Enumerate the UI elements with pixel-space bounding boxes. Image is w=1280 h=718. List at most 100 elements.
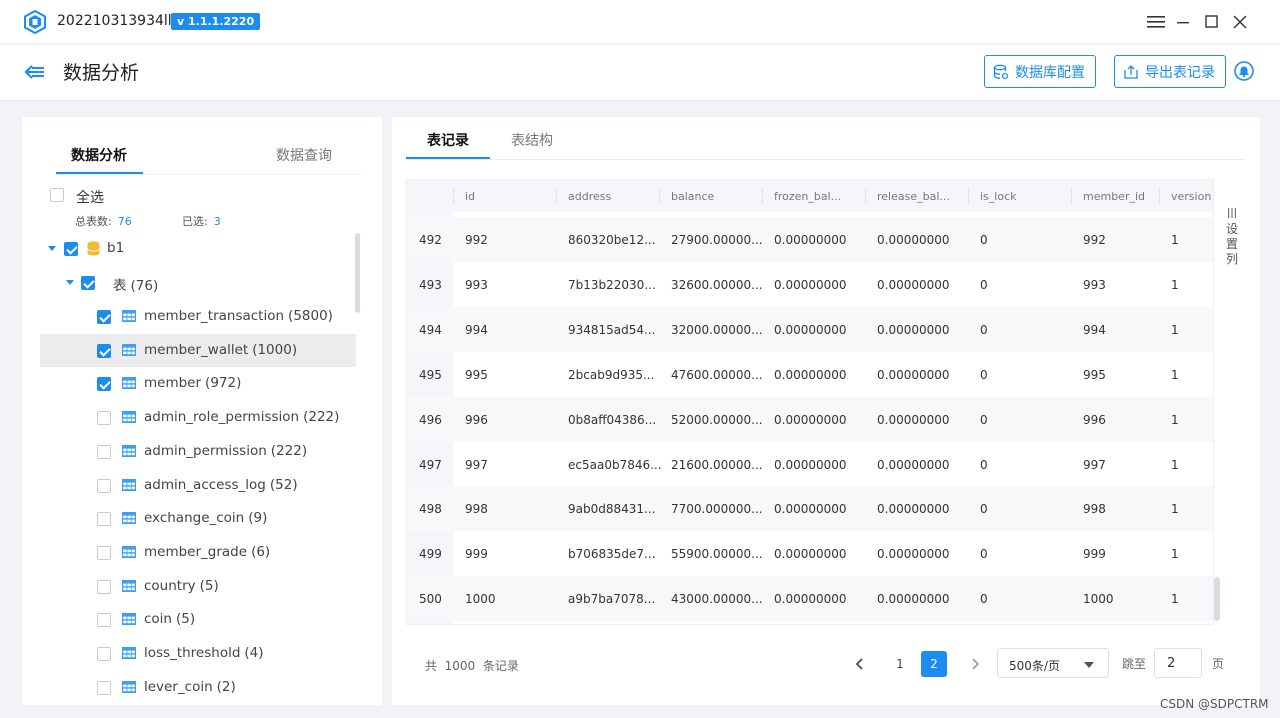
table-checkbox[interactable] (97, 478, 111, 493)
table-name-label: country (5) (144, 578, 219, 594)
table-checkbox[interactable] (97, 579, 111, 594)
table-row[interactable]: 495 995 2bcab9d935... 47600.00000... 0.00000… (407, 352, 1213, 397)
tree-scrollbar[interactable] (355, 233, 360, 313)
column-separator[interactable] (1159, 188, 1160, 204)
table-checkbox[interactable] (97, 545, 111, 560)
page-button-2[interactable]: 2 (921, 651, 947, 677)
column-header[interactable]: version (1171, 190, 1211, 203)
table-group-name: 表 (113, 278, 127, 294)
table-checkbox[interactable] (97, 377, 111, 392)
table-row[interactable]: 498 998 9ab0d88431... 7700.000000... 0.00000… (407, 486, 1213, 532)
table-cell: 996 (465, 412, 488, 427)
vertical-scrollbar[interactable] (1214, 577, 1220, 621)
database-checkbox[interactable] (64, 242, 78, 256)
export-records-button[interactable]: 导出表记录 (1114, 55, 1226, 88)
row-number: 499 (419, 547, 442, 562)
table-item[interactable]: loss_threshold (4) (40, 637, 356, 670)
page-button-1[interactable]: 1 (887, 651, 913, 677)
table-cell: 55900.00000... (671, 547, 763, 562)
bell-icon[interactable] (1234, 61, 1254, 81)
column-header[interactable]: is_lock (980, 190, 1017, 203)
table-group-checkbox[interactable] (81, 276, 95, 290)
column-header[interactable]: balance (671, 190, 714, 203)
table-item[interactable]: admin_access_log (52) (40, 469, 356, 502)
table-cell: 0.00000000 (774, 502, 847, 517)
column-header[interactable]: member_id (1083, 190, 1145, 203)
table-row[interactable]: 493 993 7b13b22030... 32600.00000... 0.00000… (407, 262, 1213, 307)
column-settings-button[interactable]: 设 置 列 (1226, 207, 1238, 267)
column-separator[interactable] (762, 188, 763, 204)
table-cell: 0.00000000 (877, 592, 950, 607)
select-all-checkbox[interactable] (50, 188, 64, 202)
caret-down-icon[interactable] (66, 280, 74, 285)
table-item[interactable]: country (5) (40, 570, 356, 603)
table-cell: 997 (1083, 457, 1106, 472)
table-row[interactable]: 496 996 0b8aff04386... 52000.00000... 0.0000… (407, 396, 1213, 442)
table-cell: 998 (1083, 502, 1106, 517)
menu-icon[interactable] (1146, 12, 1166, 32)
tree-node-database[interactable]: b1 (40, 232, 356, 265)
tab-table-records[interactable]: 表记录 (427, 130, 469, 150)
table-checkbox[interactable] (97, 680, 111, 695)
table-item[interactable]: member_wallet (1000) (40, 333, 356, 367)
total-records-value: 1000 (444, 659, 476, 673)
table-checkbox[interactable] (97, 411, 111, 426)
table-checkbox[interactable] (97, 343, 111, 358)
db-config-button[interactable]: 数据库配置 (984, 55, 1096, 88)
table-row[interactable]: 494 994 934815ad54... 32000.00000... 0.00000… (407, 306, 1213, 352)
table-cell: 32000.00000... (671, 322, 763, 337)
table-item[interactable]: admin_permission (222) (40, 435, 356, 468)
table-checkbox[interactable] (97, 512, 111, 527)
table-checkbox[interactable] (97, 647, 111, 661)
close-icon[interactable] (1230, 12, 1250, 32)
table-checkbox[interactable] (97, 613, 111, 628)
tab-data-query[interactable]: 数据查询 (276, 145, 332, 165)
table-item[interactable]: member (972) (40, 367, 356, 400)
caret-down-icon[interactable] (48, 246, 56, 251)
column-separator[interactable] (659, 188, 660, 204)
table-item[interactable]: member_grade (6) (40, 536, 356, 569)
selected-tables-stat: 已选: 3 (182, 213, 221, 229)
table-cell: 0.00000000 (877, 233, 950, 247)
column-separator[interactable] (1071, 188, 1072, 204)
table-item[interactable]: member_transaction (5800) (40, 300, 356, 333)
column-header[interactable]: address (568, 190, 611, 203)
column-separator[interactable] (556, 188, 557, 204)
minimize-icon[interactable] (1174, 12, 1194, 32)
table-row[interactable]: 500 1000 a9b7ba7078... 43000.00000... 0.0000… (407, 576, 1213, 622)
row-number: 492 (419, 233, 442, 247)
column-separator[interactable] (865, 188, 866, 204)
column-header[interactable]: release_bal... (877, 190, 950, 203)
page-size-select[interactable]: 500条/页 (997, 648, 1109, 678)
app-logo-icon (24, 10, 46, 34)
tree-node-table-group[interactable]: 表 (76) (40, 266, 356, 299)
table-cell: 1 (1171, 547, 1179, 562)
tab-data-analysis[interactable]: 数据分析 (71, 145, 127, 165)
table-name: member_transaction (144, 308, 285, 324)
back-arrow-icon[interactable] (24, 61, 46, 83)
prev-page-button[interactable] (847, 651, 873, 677)
table-checkbox[interactable] (97, 444, 111, 459)
column-header[interactable]: id (465, 190, 475, 203)
table-row[interactable]: 492 992 860320be12... 27900.00000... 0.00000… (407, 217, 1213, 262)
column-separator[interactable] (968, 188, 969, 204)
table-item[interactable]: exchange_coin (9) (40, 502, 356, 535)
tab-table-structure[interactable]: 表结构 (511, 130, 553, 150)
table-cell: 0.00000000 (877, 457, 950, 472)
table-row[interactable]: 499 999 b706835de7... 55900.00000... 0.00000… (407, 531, 1213, 576)
table-cell: 1 (1171, 322, 1179, 337)
maximize-icon[interactable] (1202, 12, 1222, 32)
table-tree-panel: 数据分析 数据查询 全选 总表数: 76 已选: 3 b1 表 (76) member… (22, 117, 382, 705)
goto-page-input[interactable] (1154, 648, 1202, 678)
column-header[interactable]: frozen_bal... (774, 190, 841, 203)
next-page-button[interactable] (962, 651, 988, 677)
table-item[interactable]: lever_coin (2) (40, 671, 356, 704)
table-cell: 2bcab9d935... (568, 367, 655, 382)
column-separator[interactable] (453, 188, 454, 204)
table-item[interactable]: coin (5) (40, 603, 356, 636)
table-checkbox[interactable] (97, 310, 111, 324)
table-item[interactable]: admin_role_permission (222) (40, 401, 356, 434)
table-cell: 0b8aff04386... (568, 412, 657, 427)
table-row[interactable]: 497 997 ec5aa0b7846... 21600.00000... 0.0000… (407, 442, 1213, 487)
table-cell: 1000 (465, 592, 496, 607)
